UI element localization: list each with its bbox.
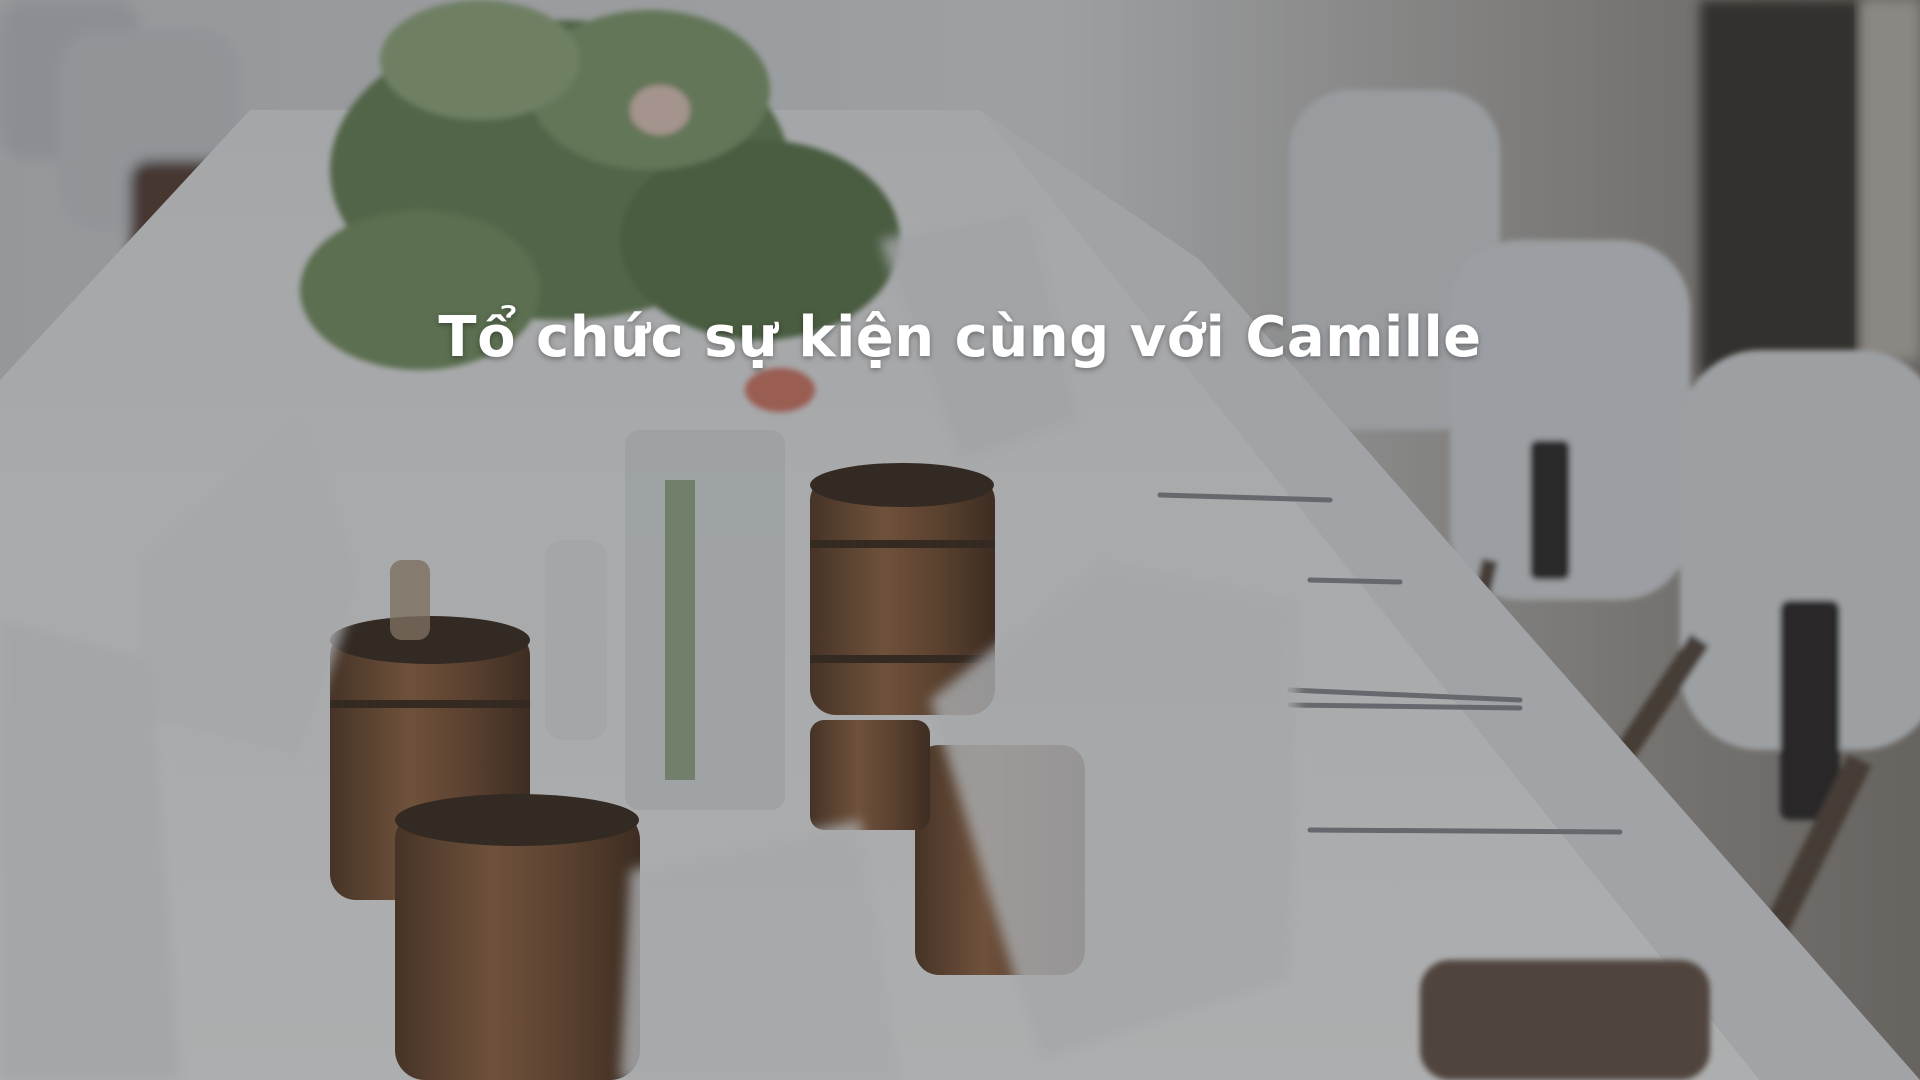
hero-section: Tổ chức sự kiện cùng với Camille <box>0 0 1920 1080</box>
dark-overlay <box>0 0 1920 1080</box>
hero-title: Tổ chức sự kiện cùng với Camille <box>438 305 1482 370</box>
